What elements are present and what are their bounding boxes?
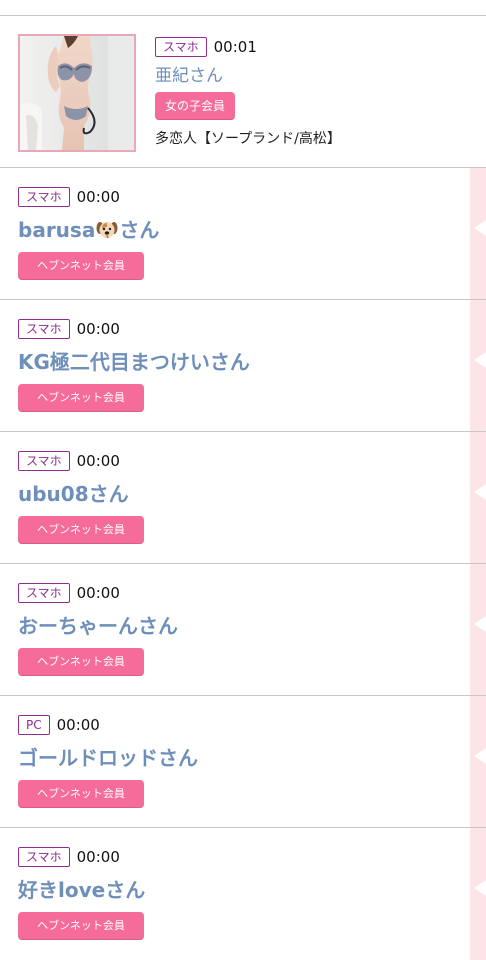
visitor-row[interactable]: スマホ 00:00 KG極二代目まつけいさん ヘブンネット会員 [0,300,486,432]
girl-visitor-row[interactable]: スマホ 00:01 亜紀さん 女の子会員 多恋人【ソープランド/高松】 [0,16,486,168]
dog-face-icon [96,222,118,239]
visit-time: 00:00 [76,320,120,338]
visitor-row[interactable]: スマホ 00:00 おーちゃーんさん ヘブンネット会員 [0,564,486,696]
member-badge: ヘブンネット会員 [18,648,144,676]
girl-info: スマホ 00:01 亜紀さん 女の子会員 多恋人【ソープランド/高松】 [155,36,475,148]
strip-notch [474,352,486,368]
visitor-meta-line: スマホ 00:00 [18,450,458,472]
visitor-row-content: スマホ 00:00 KG極二代目まつけいさん ヘブンネット会員 [18,318,458,412]
visitor-row-content: スマホ 00:00 barusa さん ヘブンネット会員 [18,186,458,280]
device-badge: スマホ [155,37,207,57]
visitor-meta-line: スマホ 00:00 [18,318,458,340]
visitor-name: おーちゃーんさん [18,614,178,638]
visit-time: 00:00 [76,188,120,206]
member-badge: ヘブンネット会員 [18,912,144,940]
visit-time: 00:00 [76,584,120,602]
visitor-meta-line: PC 00:00 [18,714,458,736]
girl-member-badge: 女の子会員 [155,92,236,120]
member-badge: ヘブンネット会員 [18,252,144,280]
girl-meta-line: スマホ 00:01 [155,36,475,58]
strip-notch [474,616,486,632]
visit-time: 00:00 [76,848,120,866]
visitor-name: ubu08さん [18,482,129,506]
right-edge-strip [470,696,486,827]
right-edge-strip [470,828,486,960]
shop-name[interactable]: 多恋人【ソープランド/高松】 [155,128,475,148]
visitor-meta-line: スマホ 00:00 [18,582,458,604]
girl-name-link[interactable]: 亜紀さん [155,65,475,87]
right-edge-strip [470,168,486,299]
girl-photo[interactable] [18,34,136,152]
visitor-row-content: PC 00:00 ゴールドロッドさん ヘブンネット会員 [18,714,458,808]
strip-notch [474,220,486,236]
visitor-name: ゴールドロッドさん [18,746,198,770]
strip-notch [474,880,486,896]
device-badge: スマホ [18,847,70,867]
visit-time: 00:00 [56,716,100,734]
visitor-row[interactable]: スマホ 00:00 barusa さん ヘブンネット会員 [0,168,486,300]
visitor-meta-line: スマホ 00:00 [18,186,458,208]
visitor-row[interactable]: スマホ 00:00 好きloveさん ヘブンネット会員 [0,828,486,960]
visitor-row-content: スマホ 00:00 好きloveさん ヘブンネット会員 [18,846,458,940]
visitor-row-content: スマホ 00:00 ubu08さん ヘブンネット会員 [18,450,458,544]
right-edge-strip [470,300,486,431]
member-badge: ヘブンネット会員 [18,780,144,808]
member-badge: ヘブンネット会員 [18,384,144,412]
device-badge: スマホ [18,451,70,471]
member-badge: ヘブンネット会員 [18,516,144,544]
device-badge: スマホ [18,319,70,339]
device-badge: スマホ [18,187,70,207]
right-edge-strip [470,564,486,695]
visitor-name: 好きloveさん [18,878,146,902]
visitor-name-suffix: さん [119,218,160,242]
visitor-history-page: スマホ 00:01 亜紀さん 女の子会員 多恋人【ソープランド/高松】 スマホ … [0,0,486,960]
right-edge-strip [470,432,486,563]
strip-notch [474,748,486,764]
visitor-row[interactable]: PC 00:00 ゴールドロッドさん ヘブンネット会員 [0,696,486,828]
visit-time: 00:00 [76,452,120,470]
strip-notch [474,484,486,500]
visitor-name-prefix: barusa [18,218,96,242]
visitor-name: KG極二代目まつけいさん [18,350,250,374]
visitor-row-content: スマホ 00:00 おーちゃーんさん ヘブンネット会員 [18,582,458,676]
visitor-meta-line: スマホ 00:00 [18,846,458,868]
visitor-row[interactable]: スマホ 00:00 ubu08さん ヘブンネット会員 [0,432,486,564]
visit-time: 00:01 [213,38,257,56]
girl-photo-image [20,36,134,150]
device-badge: PC [18,715,50,735]
device-badge: スマホ [18,583,70,603]
visitor-name: barusa さん [18,216,458,244]
